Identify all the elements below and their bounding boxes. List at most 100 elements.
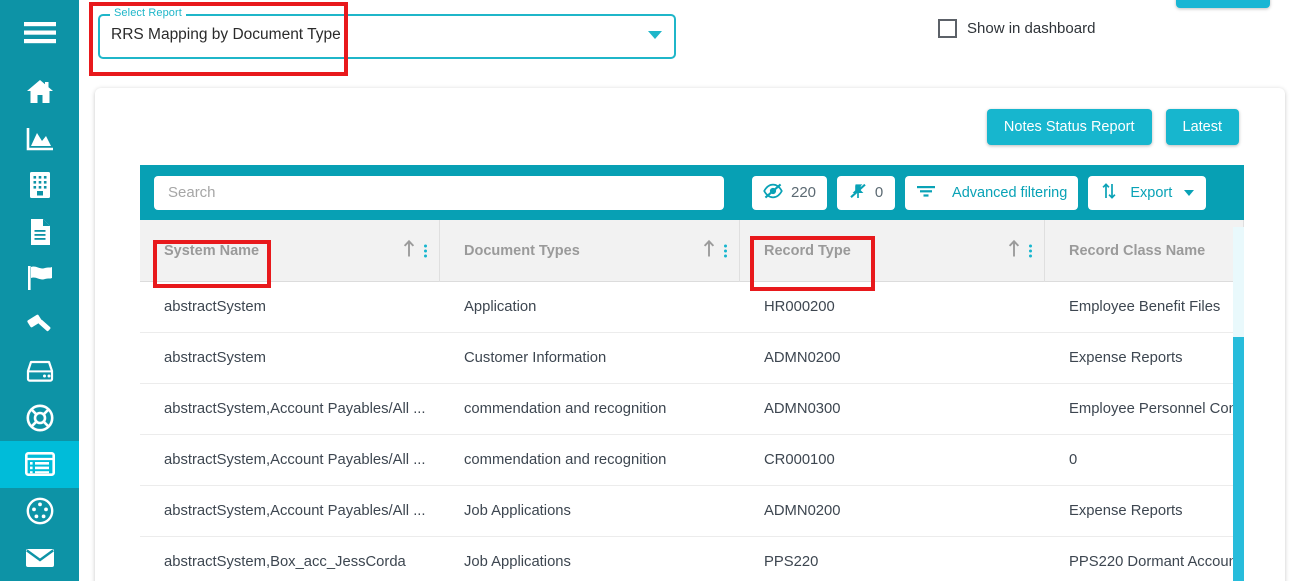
sidebar-item-documents[interactable] <box>0 208 79 255</box>
show-in-dashboard-label: Show in dashboard <box>967 20 1096 37</box>
envelope-icon <box>25 547 55 569</box>
chevron-down-icon[interactable] <box>1184 189 1195 196</box>
kebab-menu-icon[interactable] <box>722 243 729 260</box>
sidebar-item-storage[interactable] <box>0 348 79 395</box>
cell-record-type: HR000200 <box>764 299 835 315</box>
cell-record-class-name: 0 <box>1069 452 1078 468</box>
table-row[interactable]: abstractSystem Customer Information ADMN… <box>140 333 1244 384</box>
report-card: Notes Status Report Latest 220 <box>95 88 1285 581</box>
grid-vertical-scrollbar[interactable] <box>1233 227 1244 581</box>
select-report-field[interactable]: Select Report RRS Mapping by Document Ty… <box>98 7 676 59</box>
sidebar-item-analytics[interactable] <box>0 115 79 162</box>
sidebar-item-flags[interactable] <box>0 255 79 302</box>
sidebar-item-home[interactable] <box>0 69 79 116</box>
table-row[interactable]: abstractSystem,Account Payables/All ... … <box>140 384 1244 435</box>
column-header-label: Document Types <box>464 243 580 259</box>
cell-document-types: commendation and recognition <box>464 401 667 417</box>
column-header-system-name[interactable]: System Name <box>140 220 440 282</box>
eye-slash-icon <box>763 183 783 203</box>
sidebar-item-mail[interactable] <box>0 534 79 581</box>
kebab-menu-icon[interactable] <box>1027 243 1034 260</box>
sidebar-item-organization[interactable] <box>0 162 79 209</box>
table-row[interactable]: abstractSystem,Account Payables/All ... … <box>140 435 1244 486</box>
sidebar-item-reports[interactable] <box>0 441 79 488</box>
pinned-columns-button[interactable]: 0 <box>837 175 896 210</box>
advanced-filtering-button[interactable]: Advanced filtering <box>905 175 1079 210</box>
cell-document-types: Job Applications <box>464 503 571 519</box>
cell-record-type: ADMN0200 <box>764 503 841 519</box>
cell-system-name: abstractSystem,Account Payables/All ... <box>164 503 426 519</box>
column-header-record-type[interactable]: Record Type <box>740 220 1045 282</box>
hidden-columns-count: 220 <box>791 184 817 201</box>
cell-record-class-name: Employee Benefit Files <box>1069 299 1221 315</box>
analytics-chart-icon <box>26 126 54 151</box>
table-row[interactable]: abstractSystem,Account Payables/All ... … <box>140 486 1244 537</box>
select-report-value: RRS Mapping by Document Type <box>111 26 341 43</box>
pin-slash-icon <box>849 183 867 203</box>
grid-scrollbar-thumb[interactable] <box>1233 337 1244 581</box>
show-in-dashboard-control[interactable]: Show in dashboard <box>938 19 1095 38</box>
column-header-controls <box>402 239 429 263</box>
column-header-record-class-name[interactable]: Record Class Name <box>1045 220 1244 282</box>
chevron-down-icon[interactable] <box>648 31 662 39</box>
building-icon <box>28 171 52 199</box>
grid-body: abstractSystem Application HR000200 Empl… <box>140 282 1244 581</box>
hamburger-menu-icon <box>23 21 56 45</box>
cell-record-class-name: Expense Reports <box>1069 350 1183 366</box>
select-report-label: Select Report <box>110 7 186 19</box>
cell-system-name: abstractSystem,Account Payables/All ... <box>164 401 426 417</box>
grid-header-row: System Name Document Types Record Type R… <box>140 220 1244 282</box>
gavel-icon <box>26 312 54 338</box>
cell-document-types: Job Applications <box>464 554 571 570</box>
app-root: Select Report RRS Mapping by Document Ty… <box>0 0 1301 581</box>
cell-record-type: PPS220 <box>764 554 819 570</box>
cell-record-type: ADMN0300 <box>764 401 841 417</box>
home-icon <box>26 79 54 105</box>
cell-record-class-name: Expense Reports <box>1069 503 1183 519</box>
sidebar <box>0 0 79 581</box>
flag-icon <box>26 265 54 291</box>
hidden-columns-button[interactable]: 220 <box>752 175 828 210</box>
table-row[interactable]: abstractSystem Application HR000200 Empl… <box>140 282 1244 333</box>
sort-asc-arrow-icon[interactable] <box>1007 239 1021 263</box>
cell-record-class-name: PPS220 Dormant Accounts <box>1069 554 1244 570</box>
list-report-icon <box>24 452 55 477</box>
sort-asc-arrow-icon[interactable] <box>402 239 416 263</box>
column-header-label: System Name <box>164 243 260 259</box>
cell-system-name: abstractSystem,Box_acc_JessCorda <box>164 554 406 570</box>
cell-document-types: commendation and recognition <box>464 452 667 468</box>
cell-system-name: abstractSystem <box>164 299 266 315</box>
column-header-label: Record Class Name <box>1069 243 1206 259</box>
cell-record-type: ADMN0200 <box>764 350 841 366</box>
cell-system-name: abstractSystem <box>164 350 266 366</box>
cell-document-types: Application <box>464 299 537 315</box>
column-header-label: Record Type <box>764 243 851 259</box>
sidebar-item-connectors[interactable] <box>0 488 79 535</box>
export-label: Export <box>1130 184 1173 201</box>
grid-toolbar: 220 0 <box>140 165 1244 220</box>
export-button[interactable]: Export <box>1088 175 1207 210</box>
data-grid: 220 0 <box>140 165 1244 581</box>
column-header-controls <box>702 239 729 263</box>
column-header-controls <box>1007 239 1034 263</box>
sidebar-item-menu-toggle[interactable] <box>0 10 79 57</box>
partially-visible-top-button[interactable] <box>1176 0 1270 8</box>
latest-button[interactable]: Latest <box>1165 109 1239 145</box>
sidebar-item-legal-holds[interactable] <box>0 301 79 348</box>
column-header-document-types[interactable]: Document Types <box>440 220 740 282</box>
notes-status-report-button[interactable]: Notes Status Report <box>986 109 1152 145</box>
search-input[interactable] <box>154 175 724 210</box>
show-in-dashboard-checkbox[interactable] <box>938 19 957 38</box>
sort-updown-icon <box>1100 182 1118 204</box>
life-ring-icon <box>26 404 54 432</box>
table-row[interactable]: abstractSystem,Box_acc_JessCorda Job App… <box>140 537 1244 581</box>
cell-document-types: Customer Information <box>464 350 607 366</box>
connector-icon <box>26 497 54 525</box>
cell-system-name: abstractSystem,Account Payables/All ... <box>164 452 426 468</box>
card-action-buttons: Notes Status Report Latest <box>986 109 1239 145</box>
sort-asc-arrow-icon[interactable] <box>702 239 716 263</box>
filter-icon <box>916 184 936 202</box>
advanced-filtering-label: Advanced filtering <box>952 184 1068 201</box>
sidebar-item-support[interactable] <box>0 395 79 442</box>
kebab-menu-icon[interactable] <box>422 243 429 260</box>
